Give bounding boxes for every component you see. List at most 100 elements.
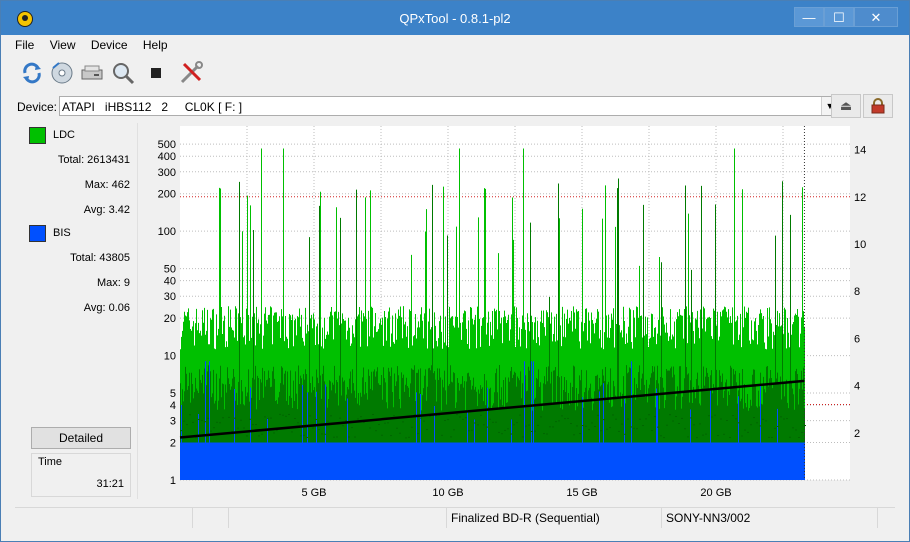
bis-speckle: [483, 424, 485, 426]
bis-speckle: [498, 431, 500, 433]
bis-speckle: [576, 425, 578, 427]
bis-speckle: [663, 437, 665, 439]
bis-speckle: [489, 418, 491, 420]
title-bar: QPxTool - 0.8.1-pl2 — ☐ ✕: [1, 1, 909, 35]
menu-file[interactable]: File: [9, 36, 40, 52]
bis-speckle: [459, 416, 461, 418]
bis-color-swatch: [29, 225, 46, 242]
bis-speckle: [780, 416, 782, 418]
bis-speckle: [771, 436, 773, 438]
bis-speckle: [474, 422, 476, 424]
menu-view[interactable]: View: [44, 36, 82, 52]
menu-device[interactable]: Device: [85, 36, 134, 52]
bis-speckle: [603, 419, 605, 421]
bis-speckle: [642, 425, 644, 427]
y-right-tick-label: 14: [854, 145, 866, 157]
y-left-tick-label: 4: [170, 400, 176, 412]
bis-speckle: [240, 419, 242, 421]
bis-speckle: [762, 418, 764, 420]
bis-speckle: [369, 427, 371, 429]
bis-speckle: [792, 427, 794, 429]
bis-speckle: [261, 433, 263, 435]
bis-speckle: [543, 433, 545, 435]
bis-speckle: [627, 418, 629, 420]
window-title: QPxTool - 0.8.1-pl2: [399, 11, 511, 26]
y-left-tick-label: 30: [164, 291, 176, 303]
bis-speckle: [513, 424, 515, 426]
maximize-button[interactable]: ☐: [824, 7, 854, 27]
bis-speckle: [300, 435, 302, 437]
bis-speckle: [288, 413, 290, 415]
bis-speckle: [678, 422, 680, 424]
bis-speckle: [360, 416, 362, 418]
lock-icon: [871, 98, 885, 114]
bis-speckle: [783, 418, 785, 420]
lock-button[interactable]: [863, 94, 893, 118]
bis-speckle: [387, 422, 389, 424]
status-media-id: SONY-NN3/002: [662, 508, 878, 528]
bis-speckle: [285, 415, 287, 417]
stop-icon[interactable]: [143, 60, 169, 86]
bis-speckle: [525, 425, 527, 427]
bis-max: Max: 9: [96, 277, 130, 289]
bis-speckle: [768, 436, 770, 438]
bis-speckle: [621, 423, 623, 425]
bis-speckle: [330, 415, 332, 417]
bis-speckle: [405, 437, 407, 439]
bis-speckle: [444, 420, 446, 422]
bis-speckle: [372, 413, 374, 415]
bis-speckle: [189, 414, 191, 416]
status-disc-type: Finalized BD-R (Sequential): [447, 508, 662, 528]
detailed-button[interactable]: Detailed: [31, 427, 131, 449]
bis-speckle: [567, 417, 569, 419]
minimize-button[interactable]: —: [794, 7, 824, 27]
bis-speckle: [210, 430, 212, 432]
time-box: Time 31:21: [31, 453, 131, 497]
bis-speckle: [294, 417, 296, 419]
bis-speckle: [594, 425, 596, 427]
y-right-tick-label: 8: [854, 286, 860, 298]
bis-speckle: [657, 426, 659, 428]
bis-speckle: [519, 414, 521, 416]
drive-icon[interactable]: [79, 60, 105, 86]
bis-speckle: [753, 417, 755, 419]
device-select[interactable]: ATAPI iHBS112 2 CL0K [ F: ] ▼: [59, 96, 839, 116]
bis-speckle: [423, 420, 425, 422]
bis-speckle: [804, 425, 806, 427]
bis-speckle: [681, 417, 683, 419]
bis-speckle: [789, 436, 791, 438]
bis-speckle: [249, 418, 251, 420]
close-button[interactable]: ✕: [854, 7, 898, 27]
settings-tools-icon[interactable]: [178, 60, 204, 86]
bis-speckle: [777, 425, 779, 427]
bis-speckle: [669, 414, 671, 416]
bis-speckle: [351, 427, 353, 429]
bis-speckle: [447, 419, 449, 421]
ldc-avg: Avg: 3.42: [83, 204, 130, 216]
bis-speckle: [798, 436, 800, 438]
menu-help[interactable]: Help: [137, 36, 174, 52]
scan-icon[interactable]: [110, 60, 136, 86]
bis-speckle: [624, 433, 626, 435]
menu-bar: File View Device Help: [9, 36, 899, 56]
bis-speckle: [531, 430, 533, 432]
bis-speckle: [552, 426, 554, 428]
disc-info-icon[interactable]: [49, 60, 75, 86]
bis-speckle: [306, 436, 308, 438]
bis-speckle: [801, 431, 803, 433]
eject-button[interactable]: ⏏: [831, 94, 861, 118]
bis-speckle: [375, 430, 377, 432]
bis-speckle: [579, 432, 581, 434]
x-tick-label: 15 GB: [566, 487, 597, 499]
bis-speckle: [255, 424, 257, 426]
bis-speckle: [735, 418, 737, 420]
bis-speckle: [507, 428, 509, 430]
stats-panel: LDC Total: 2613431 Max: 462 Avg: 3.42 BI…: [15, 123, 138, 499]
bis-speckle: [228, 416, 230, 418]
bis-speckle: [516, 422, 518, 424]
bis-speckle: [378, 424, 380, 426]
refresh-icon[interactable]: [19, 60, 45, 86]
bis-speckle: [738, 422, 740, 424]
eject-icon: ⏏: [839, 98, 853, 113]
bis-speckle: [222, 417, 224, 419]
